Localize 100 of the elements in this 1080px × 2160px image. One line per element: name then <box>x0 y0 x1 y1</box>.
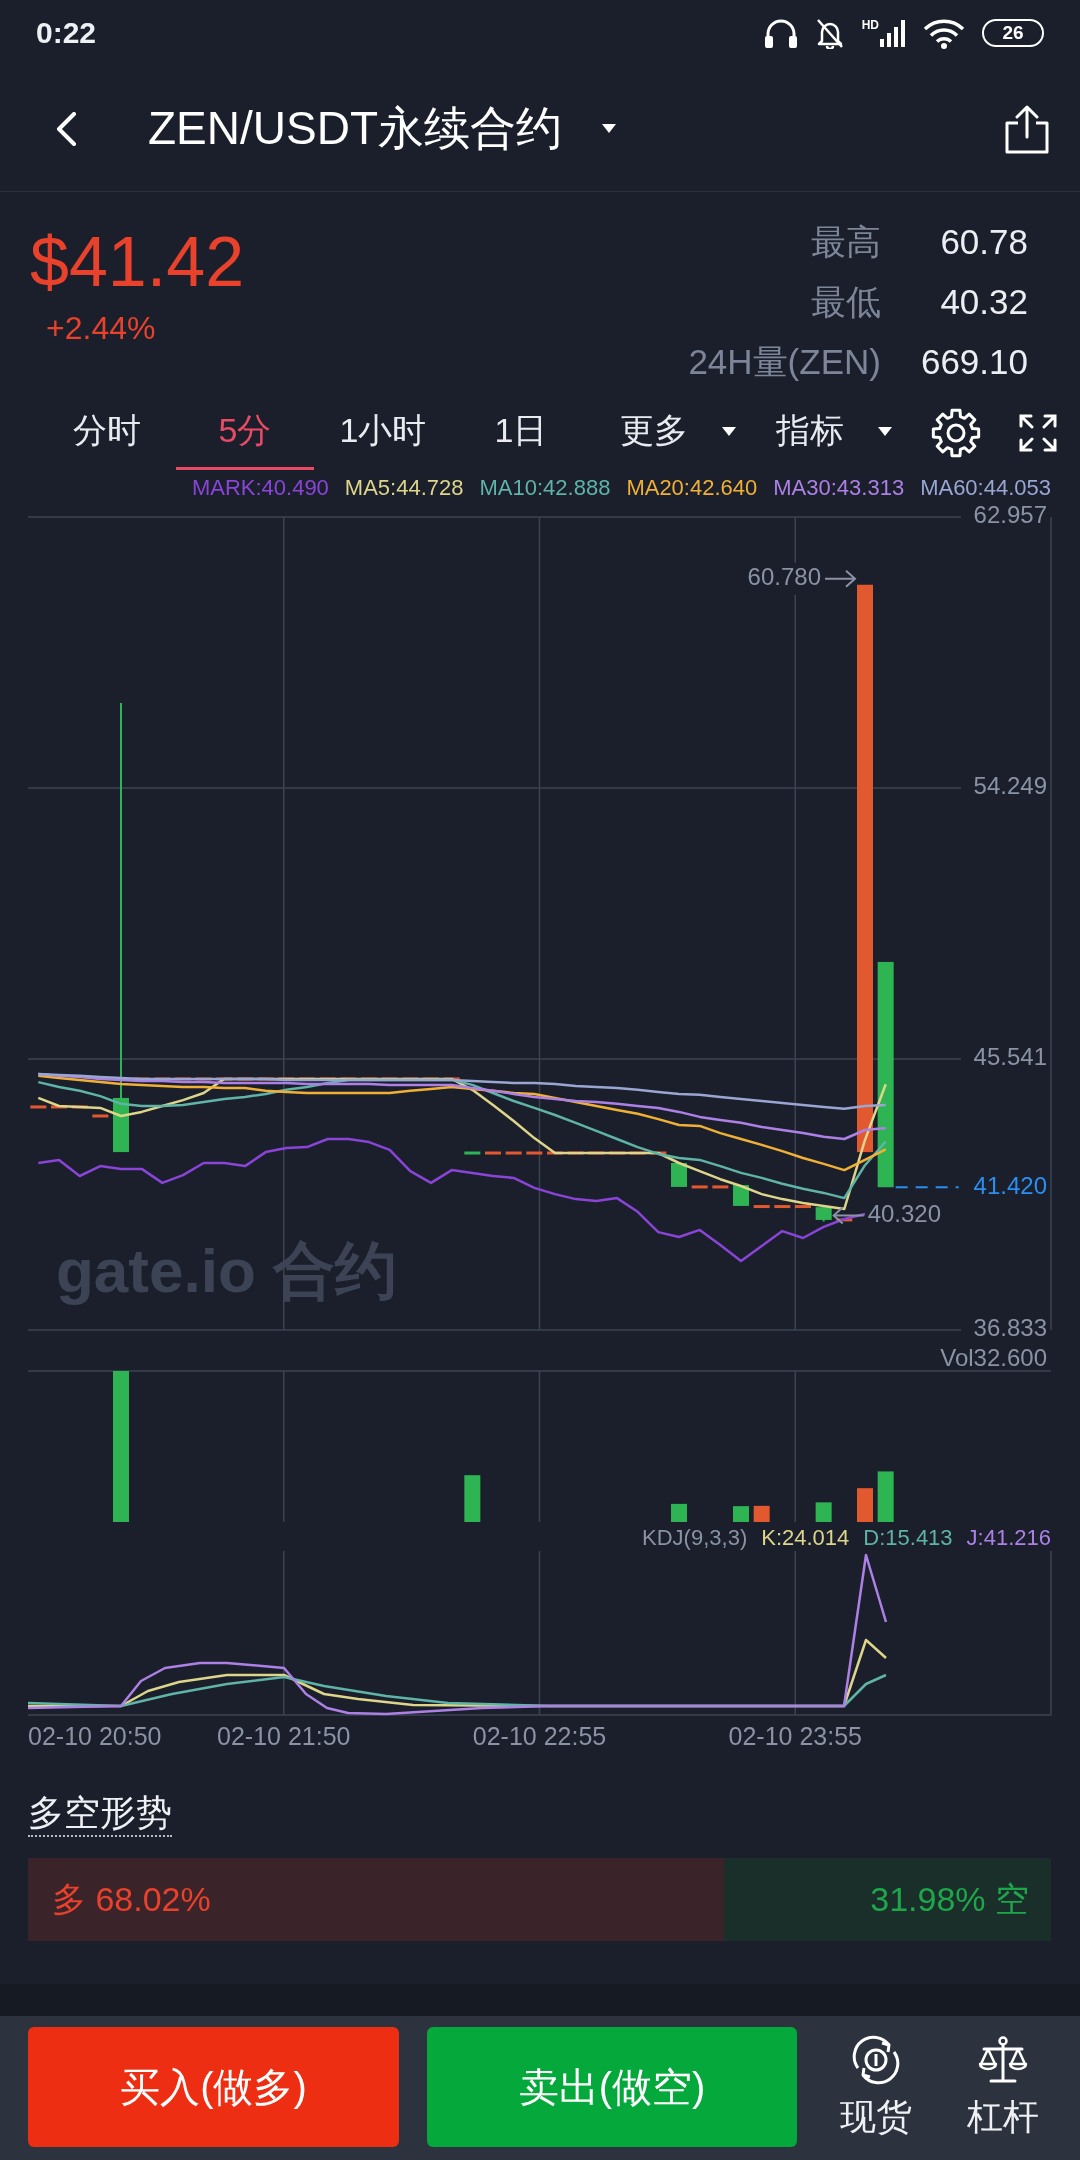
candlestick <box>51 1105 67 1109</box>
volume-bar <box>671 1503 687 1522</box>
dropdown-tab[interactable]: 更多 <box>600 395 746 470</box>
candlestick <box>526 1151 543 1155</box>
balance-scale-icon <box>977 2035 1028 2085</box>
indicator-legend-text: MA10:42.888 <box>479 475 611 501</box>
candlestick <box>92 1114 109 1118</box>
candlestick <box>712 1185 729 1189</box>
candlestick <box>815 1206 832 1223</box>
volume-bar <box>815 1502 832 1522</box>
stat-label: 24H量(ZEN) <box>688 340 881 383</box>
candlestick <box>299 1077 315 1081</box>
coin-cycle-icon <box>850 2035 901 2085</box>
candlestick <box>567 1151 584 1155</box>
caret-icon <box>602 124 616 133</box>
indicator-legend-text: MA20:42.640 <box>626 475 758 501</box>
kdj-legend-text: J:41.216 <box>966 1525 1051 1551</box>
candlestick <box>195 1077 212 1081</box>
candlestick <box>361 1077 377 1081</box>
volume-bar <box>857 1488 873 1522</box>
stat-label: 最高 <box>809 220 881 263</box>
candlestick <box>402 1077 419 1081</box>
candlestick <box>443 1077 460 1081</box>
price-axis-label: 62.957 <box>973 502 1047 529</box>
candlestick <box>423 1077 439 1081</box>
candlestick <box>836 1218 853 1222</box>
price-axis-label: 54.249 <box>973 772 1047 800</box>
candlestick <box>216 1077 233 1081</box>
last-price: $41.42 <box>30 222 245 302</box>
candlestick <box>795 1205 811 1209</box>
interval-tab[interactable]: 5分 <box>176 395 314 470</box>
time-axis-label: 02-10 20:50 <box>28 1721 162 1750</box>
price-axis-label: 45.541 <box>973 1043 1047 1071</box>
interval-tab[interactable]: 分时 <box>38 395 176 470</box>
interval-tab[interactable]: 1小时 <box>314 395 452 470</box>
headphones-icon <box>763 17 798 49</box>
volume-bar <box>877 1471 894 1522</box>
time-axis-label: 02-10 22:55 <box>472 1721 607 1750</box>
last-price-line <box>894 1186 960 1189</box>
buy-button[interactable]: 买入(做多) <box>28 2027 399 2147</box>
kdj-legend-text: KDJ(9,3,3) <box>642 1525 748 1551</box>
candlestick <box>629 1151 646 1155</box>
price-axis-label: 36.833 <box>973 1314 1047 1342</box>
candlestick <box>237 1077 253 1081</box>
candlestick <box>154 1077 171 1081</box>
stat-value: 40.32 <box>939 282 1028 322</box>
candlestick <box>278 1077 295 1081</box>
high-price-label: 60.780 <box>747 563 821 591</box>
candlestick <box>505 1151 522 1155</box>
stat-value: 669.10 <box>920 342 1028 382</box>
indicator-legend-text: MA5:44.728 <box>344 475 464 501</box>
spot-nav-button[interactable]: 现货 <box>812 2027 939 2137</box>
caret-icon <box>722 426 736 436</box>
candlestick <box>319 1077 336 1081</box>
margin-nav-button[interactable]: 杠杆 <box>939 2027 1066 2137</box>
kdj-legend-text: D:15.413 <box>863 1525 953 1551</box>
stat-label: 最低 <box>809 280 881 323</box>
candlestick <box>671 1162 687 1187</box>
arrow-icon <box>832 1206 865 1225</box>
price-change: +2.44% <box>46 309 157 348</box>
long-ratio-text: 多 68.02% <box>52 1878 211 1920</box>
candlestick <box>485 1151 501 1155</box>
indicator-legend-text: MA30:43.313 <box>773 475 905 501</box>
candlestick <box>30 1105 47 1109</box>
candlestick <box>650 1151 667 1155</box>
candlestick <box>609 1151 625 1155</box>
volume-bar <box>464 1475 481 1522</box>
status-time: 0:22 <box>36 16 97 50</box>
sentiment-title[interactable]: 多空形势 <box>28 1791 172 1837</box>
arrow-icon <box>824 569 857 588</box>
candlestick <box>753 1205 770 1209</box>
volume-bar <box>753 1505 770 1522</box>
last-price-label: 41.420 <box>973 1171 1047 1199</box>
candlestick <box>381 1077 398 1081</box>
back-icon[interactable] <box>55 111 77 146</box>
short-ratio-text: 31.98% 空 <box>870 1878 1029 1920</box>
candlestick <box>175 1077 191 1081</box>
fullscreen-icon[interactable] <box>1019 413 1057 452</box>
candlestick <box>547 1151 563 1155</box>
candlestick <box>588 1151 605 1155</box>
low-price-label: 40.320 <box>867 1199 942 1227</box>
battery-level-text: 26 <box>1002 23 1024 43</box>
network-type-text: HD <box>861 19 879 31</box>
candlestick <box>691 1185 708 1189</box>
signal-icon <box>880 19 906 47</box>
indicator-legend-text: MARK:40.490 <box>191 475 329 501</box>
time-axis-label: 02-10 23:55 <box>728 1721 862 1750</box>
time-axis-label: 02-10 21:50 <box>217 1721 351 1750</box>
candlestick <box>257 1077 274 1081</box>
dropdown-tab[interactable]: 指标 <box>756 395 902 470</box>
candlestick <box>774 1205 791 1209</box>
kdj-legend-text: K:24.014 <box>761 1525 850 1551</box>
settings-icon[interactable] <box>931 407 981 458</box>
wifi-icon <box>922 17 966 49</box>
volume-bar <box>733 1506 749 1522</box>
candlestick <box>340 1077 357 1081</box>
candlestick <box>464 1151 481 1155</box>
pair-selector-button[interactable]: ZEN/USDT永续合约 <box>148 97 616 160</box>
interval-tab[interactable]: 1日 <box>452 395 590 470</box>
caret-icon <box>878 426 892 436</box>
